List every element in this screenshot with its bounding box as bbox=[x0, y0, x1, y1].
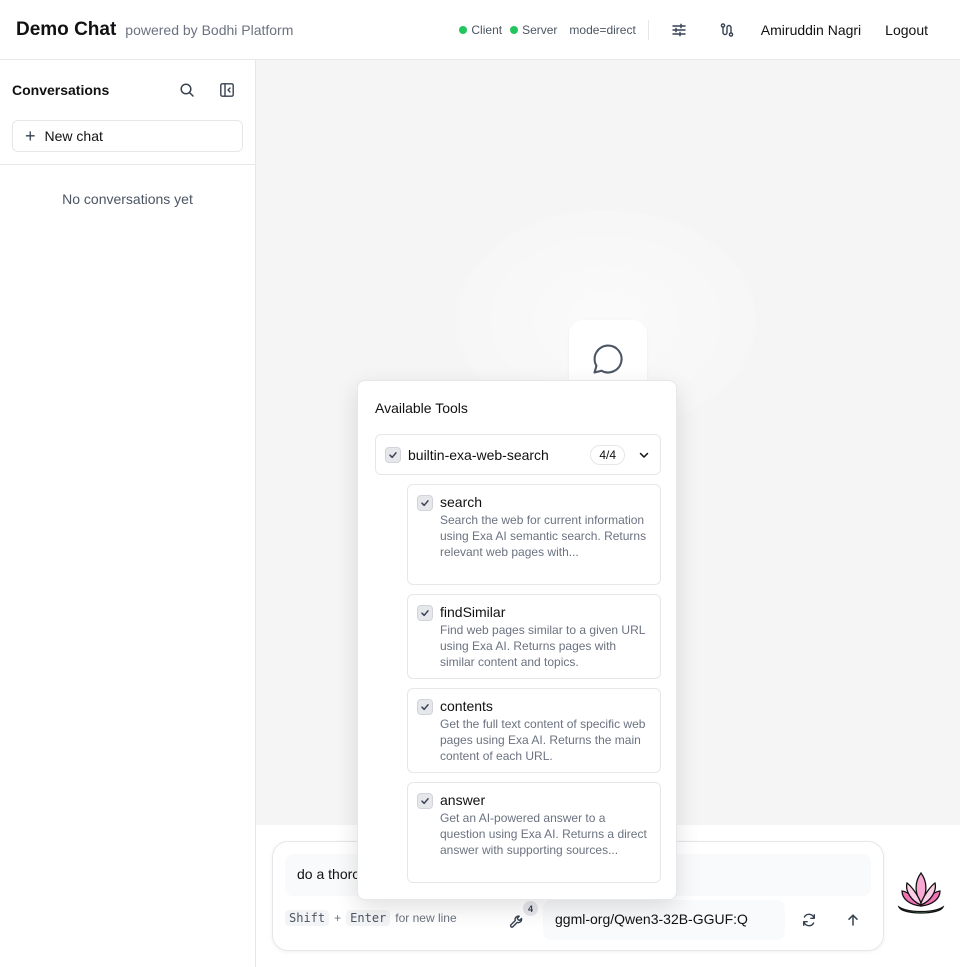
model-selector[interactable]: ggml-org/Qwen3-32B-GGUF:Q bbox=[543, 900, 785, 940]
sidebar: Conversations + New chat No conversation… bbox=[0, 60, 256, 967]
shift-key: Shift bbox=[285, 910, 330, 926]
arrow-up-icon bbox=[848, 914, 858, 926]
tool-checkbox[interactable] bbox=[417, 605, 433, 621]
tool-description: Get an AI-powered answer to a question u… bbox=[440, 811, 647, 857]
check-icon bbox=[421, 500, 429, 507]
tool-item-search[interactable]: search Search the web for current inform… bbox=[407, 484, 661, 585]
header-divider bbox=[647, 20, 649, 40]
check-icon bbox=[421, 798, 429, 805]
search-conversations-button[interactable] bbox=[171, 74, 203, 106]
server-status: Server bbox=[510, 23, 557, 37]
tool-name: answer bbox=[440, 792, 486, 808]
tool-group-row[interactable]: builtin-exa-web-search 4/4 bbox=[375, 434, 661, 475]
app-header: Demo Chat powered by Bodhi Platform Clie… bbox=[0, 0, 960, 60]
refresh-models-button[interactable] bbox=[795, 906, 823, 934]
user-name: Amiruddin Nagri bbox=[760, 22, 862, 38]
refresh-icon bbox=[803, 913, 816, 927]
tool-description: Find web pages similar to a given URL us… bbox=[440, 623, 645, 669]
check-icon bbox=[421, 610, 429, 617]
tool-description: Search the web for current information u… bbox=[440, 513, 647, 559]
tool-checkbox[interactable] bbox=[417, 495, 433, 511]
search-icon bbox=[180, 83, 194, 97]
check-icon bbox=[389, 451, 397, 458]
collapse-sidebar-button[interactable] bbox=[211, 74, 243, 106]
app-subtitle: powered by Bodhi Platform bbox=[125, 21, 294, 38]
settings-button[interactable] bbox=[663, 14, 695, 46]
popover-title: Available Tools bbox=[375, 400, 468, 416]
tool-description: Get the full text content of specific we… bbox=[440, 717, 646, 763]
lotus-icon bbox=[897, 871, 945, 914]
app-title: Demo Chat bbox=[16, 18, 117, 40]
check-icon bbox=[421, 704, 429, 711]
client-status-label: Client bbox=[471, 23, 503, 37]
shortcut-plus: + bbox=[334, 911, 342, 925]
sidebar-header: Conversations bbox=[0, 60, 255, 120]
tool-name: contents bbox=[440, 698, 493, 714]
plus-icon: + bbox=[25, 126, 36, 146]
server-status-dot bbox=[510, 26, 519, 34]
new-chat-label: New chat bbox=[44, 128, 103, 144]
chevron-down-icon[interactable] bbox=[637, 448, 651, 462]
tool-name: findSimilar bbox=[440, 604, 506, 620]
tool-count-badge: 4/4 bbox=[590, 444, 625, 465]
sidebar-divider bbox=[0, 164, 255, 165]
send-button[interactable] bbox=[839, 906, 867, 934]
route-icon bbox=[720, 23, 734, 37]
header-actions: Client Server mode=direct Amiruddin Nagr… bbox=[459, 0, 928, 60]
logout-button[interactable]: Logout bbox=[885, 22, 928, 38]
wrench-icon bbox=[509, 915, 523, 928]
tools-count-badge: 4 bbox=[523, 901, 538, 916]
chat-bubble-icon bbox=[593, 344, 623, 374]
sidebar-collapse-icon bbox=[220, 83, 234, 97]
shortcut-label: for new line bbox=[395, 911, 457, 925]
route-button[interactable] bbox=[711, 14, 743, 46]
empty-conversations-text: No conversations yet bbox=[62, 191, 193, 207]
client-status: Client bbox=[459, 23, 502, 37]
server-status-label: Server bbox=[522, 23, 558, 37]
sliders-icon bbox=[672, 23, 686, 37]
client-status-dot bbox=[459, 26, 468, 34]
mode-indicator: mode=direct bbox=[569, 23, 636, 37]
tool-checkbox[interactable] bbox=[417, 793, 433, 809]
tool-name: search bbox=[440, 494, 483, 510]
tool-group-checkbox[interactable] bbox=[385, 446, 401, 463]
tool-checkbox[interactable] bbox=[417, 699, 433, 715]
tools-popover: Available Tools builtin-exa-web-search 4… bbox=[357, 380, 677, 900]
tool-group-name: builtin-exa-web-search bbox=[408, 446, 549, 463]
tool-item-findsimilar[interactable]: findSimilar Find web pages similar to a … bbox=[407, 594, 661, 679]
new-chat-button[interactable]: + New chat bbox=[12, 120, 243, 152]
enter-key: Enter bbox=[346, 910, 391, 926]
tool-item-answer[interactable]: answer Get an AI-powered answer to a que… bbox=[407, 782, 661, 883]
sidebar-title: Conversations bbox=[12, 82, 110, 98]
shortcut-hint: Shift + Enter for new line bbox=[285, 910, 457, 926]
tool-item-contents[interactable]: contents Get the full text content of sp… bbox=[407, 688, 661, 773]
